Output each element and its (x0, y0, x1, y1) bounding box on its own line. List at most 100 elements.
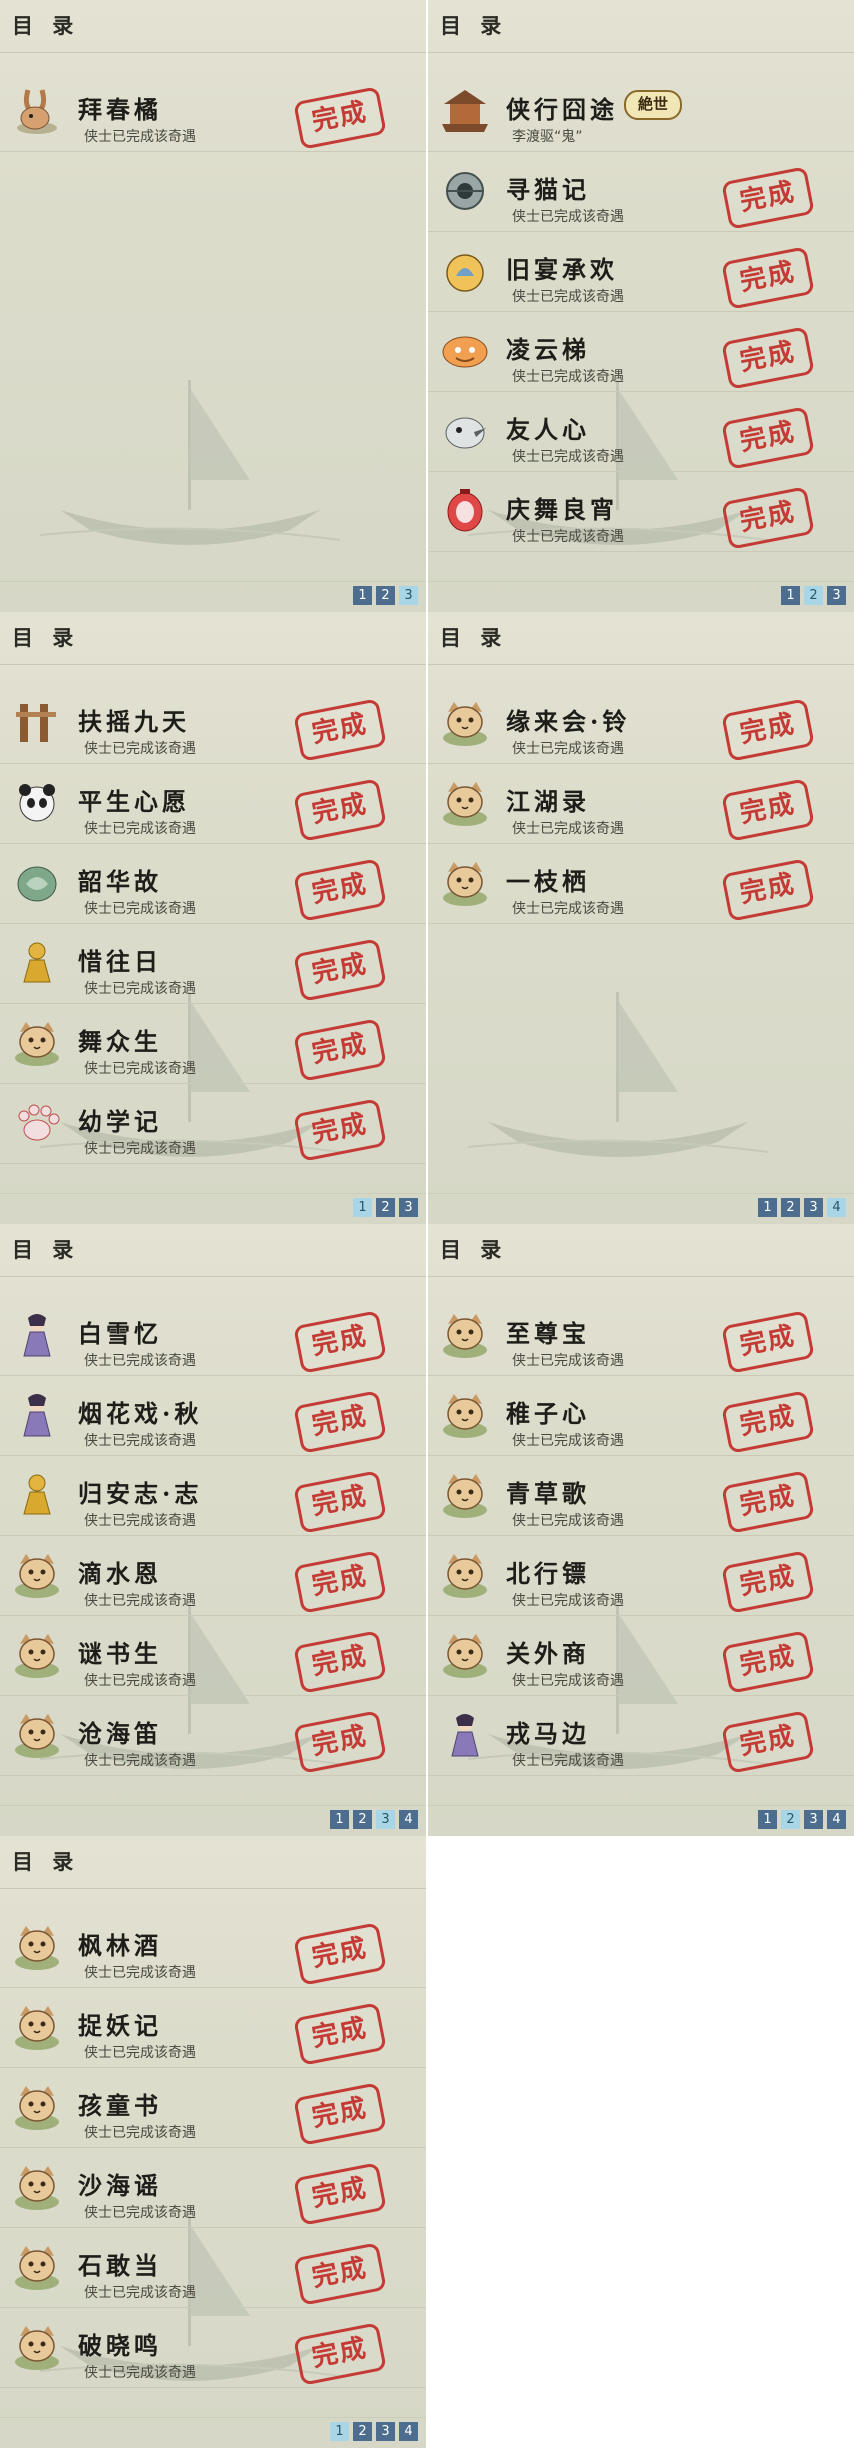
adventure-list-item[interactable]: 稚子心 侠士已完成该奇遇 完成 (428, 1376, 854, 1456)
adventure-name: 扶摇九天 (78, 707, 190, 736)
cat-icon (438, 778, 492, 828)
adventure-name: 沧海笛 (78, 1719, 162, 1748)
pagination: 123 (353, 586, 418, 606)
adventure-list-item[interactable]: 戎马边 侠士已完成该奇遇 完成 (428, 1696, 854, 1776)
adventure-list-item[interactable]: 友人心 侠士已完成该奇遇 完成 (428, 392, 854, 472)
adventure-list-item[interactable]: 江湖录 侠士已完成该奇遇 完成 (428, 764, 854, 844)
adventure-list-item[interactable]: 枫林酒 侠士已完成该奇遇 完成 (0, 1908, 426, 1988)
adventure-list-item[interactable]: 缘来会·铃 侠士已完成该奇遇 完成 (428, 684, 854, 764)
adventure-list-item[interactable]: 白雪忆 侠士已完成该奇遇 完成 (0, 1296, 426, 1376)
page-button[interactable]: 4 (399, 1810, 418, 1829)
page-button[interactable]: 3 (376, 2422, 395, 2441)
adventure-status-text: 侠士已完成该奇遇 (512, 741, 624, 757)
adventure-list-item[interactable]: 凌云梯 侠士已完成该奇遇 完成 (428, 312, 854, 392)
completed-stamp: 完成 (721, 778, 815, 842)
page-button[interactable]: 1 (758, 1810, 777, 1829)
completed-stamp: 完成 (293, 86, 387, 150)
page-button[interactable]: 3 (399, 586, 418, 605)
adventure-list-item[interactable]: 至尊宝 侠士已完成该奇遇 完成 (428, 1296, 854, 1376)
page-button[interactable]: 3 (804, 1810, 823, 1829)
page-button[interactable]: 1 (330, 2422, 349, 2441)
cat-icon (10, 1710, 64, 1760)
adventure-list-item[interactable]: 舞众生 侠士已完成该奇遇 完成 (0, 1004, 426, 1084)
gourd-icon (438, 246, 492, 296)
adventure-name: 枫林酒 (78, 1931, 162, 1960)
page-button[interactable]: 1 (353, 586, 372, 605)
page-button[interactable]: 2 (804, 586, 823, 605)
adventure-name: 谜书生 (78, 1639, 162, 1668)
adventure-list-item[interactable]: 北行镖 侠士已完成该奇遇 完成 (428, 1536, 854, 1616)
adventure-list-item[interactable]: 旧宴承欢 侠士已完成该奇遇 完成 (428, 232, 854, 312)
adventure-list-item[interactable]: 滴水恩 侠士已完成该奇遇 完成 (0, 1536, 426, 1616)
adventure-status-text: 侠士已完成该奇遇 (512, 209, 624, 225)
catalog-panel: 目 录缘来会·铃侠士已完成该奇遇完成 江湖录 侠士已完成该奇遇 完成 一枝栖 侠士已完成该… (428, 612, 854, 1224)
adventure-list-item[interactable]: 烟花戏·秋 侠士已完成该奇遇 完成 (0, 1376, 426, 1456)
page-button[interactable]: 4 (827, 1198, 846, 1217)
adventure-list-item[interactable]: 一枝栖 侠士已完成该奇遇 完成 (428, 844, 854, 924)
adventure-name: 寻猫记 (506, 175, 590, 204)
adventure-list-item[interactable]: 关外商 侠士已完成该奇遇 完成 (428, 1616, 854, 1696)
orb-icon (438, 166, 492, 216)
page-button[interactable]: 2 (353, 2422, 372, 2441)
completed-stamp: 完成 (293, 2162, 387, 2226)
adventure-list-item[interactable]: 捉妖记 侠士已完成该奇遇 完成 (0, 1988, 426, 2068)
adventure-list-item[interactable]: 平生心愿 侠士已完成该奇遇 完成 (0, 764, 426, 844)
adventure-list-item[interactable]: 拜春橘 侠士已完成该奇遇 完成 (0, 72, 426, 152)
adventure-name: 石敢当 (78, 2251, 162, 2280)
completed-stamp: 完成 (293, 1018, 387, 1082)
page-button[interactable]: 4 (827, 1810, 846, 1829)
adventure-list-item[interactable]: 归安志·志 侠士已完成该奇遇 完成 (0, 1456, 426, 1536)
adventure-name: 旧宴承欢 (506, 255, 618, 284)
cat-icon (438, 1470, 492, 1520)
adventure-list-item[interactable]: 幼学记 侠士已完成该奇遇 完成 (0, 1084, 426, 1164)
page-button[interactable]: 2 (781, 1198, 800, 1217)
page-button[interactable]: 2 (781, 1810, 800, 1829)
footer-divider (0, 1193, 426, 1194)
page-button[interactable]: 3 (827, 586, 846, 605)
completed-stamp: 完成 (721, 1630, 815, 1694)
cat-icon (10, 1018, 64, 1068)
page-button[interactable]: 1 (758, 1198, 777, 1217)
adventure-name: 滴水恩 (78, 1559, 162, 1588)
adventure-list-item[interactable]: 侠行囧途 絶世 李渡驱“鬼” (428, 72, 854, 152)
adventure-list-item[interactable]: 青草歌 侠士已完成该奇遇 完成 (428, 1456, 854, 1536)
page-button[interactable]: 3 (376, 1810, 395, 1829)
page-button[interactable]: 2 (376, 586, 395, 605)
cat-icon (10, 1550, 64, 1600)
panel-title: 目 录 (440, 625, 508, 650)
adventure-name: 韶华故 (78, 867, 162, 896)
golden-figure-icon (10, 1470, 64, 1520)
adventure-list-item[interactable]: 韶华故 侠士已完成该奇遇 完成 (0, 844, 426, 924)
adventure-status-text: 侠士已完成该奇遇 (84, 1673, 196, 1689)
adventure-list-item[interactable]: 破晓鸣 侠士已完成该奇遇 完成 (0, 2308, 426, 2388)
page-button[interactable]: 1 (353, 1198, 372, 1217)
adventure-list-item[interactable]: 石敢当 侠士已完成该奇遇 完成 (0, 2228, 426, 2308)
adventure-list-item[interactable]: 寻猫记 侠士已完成该奇遇 完成 (428, 152, 854, 232)
panel-header: 目 录 (428, 612, 854, 665)
page-button[interactable]: 4 (399, 2422, 418, 2441)
adventure-status-text: 侠士已完成该奇遇 (84, 2125, 196, 2141)
adventure-name: 拜春橘 (78, 95, 162, 124)
page-button[interactable]: 2 (353, 1810, 372, 1829)
pagination: 123 (781, 586, 846, 606)
page-button[interactable]: 2 (376, 1198, 395, 1217)
adventure-name: 缘来会·铃 (506, 707, 631, 736)
adventure-list-item[interactable]: 庆舞良宵 侠士已完成该奇遇 完成 (428, 472, 854, 552)
completed-stamp: 完成 (721, 486, 815, 550)
adventure-list-item[interactable]: 孩童书 侠士已完成该奇遇 完成 (0, 2068, 426, 2148)
adventure-list-item[interactable]: 谜书生 侠士已完成该奇遇 完成 (0, 1616, 426, 1696)
adventure-list-item[interactable]: 沧海笛 侠士已完成该奇遇 完成 (0, 1696, 426, 1776)
pillar-icon (10, 698, 64, 748)
page-button[interactable]: 3 (804, 1198, 823, 1217)
adventure-list-item[interactable]: 沙海谣 侠士已完成该奇遇 完成 (0, 2148, 426, 2228)
panel-title: 目 录 (12, 1849, 80, 1874)
page-button[interactable]: 1 (330, 1810, 349, 1829)
page-button[interactable]: 3 (399, 1198, 418, 1217)
adventure-list-item[interactable]: 惜往日 侠士已完成该奇遇 完成 (0, 924, 426, 1004)
boat-watermark-image (39, 360, 341, 560)
adventure-list-item[interactable]: 扶摇九天 侠士已完成该奇遇 完成 (0, 684, 426, 764)
page-button[interactable]: 1 (781, 586, 800, 605)
adventure-name: 关外商 (506, 1639, 590, 1668)
panel-header: 目 录 (0, 0, 426, 53)
cat-icon (10, 2242, 64, 2292)
